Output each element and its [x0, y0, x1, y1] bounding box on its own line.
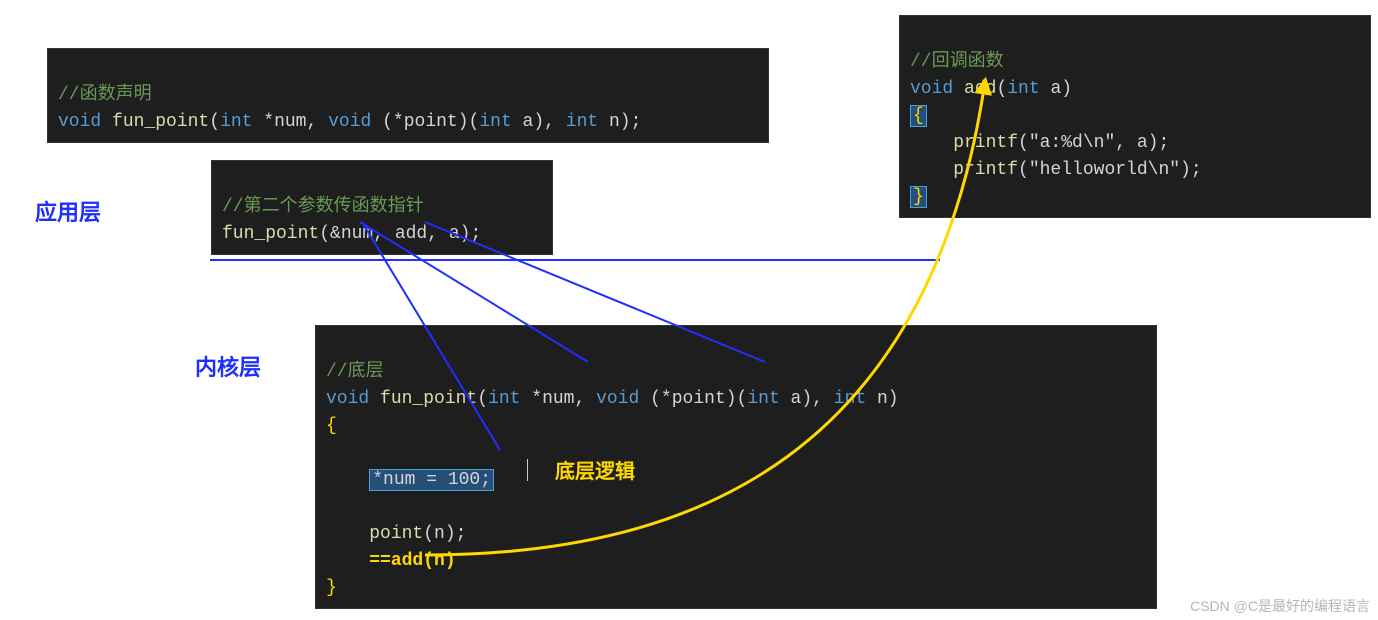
code-box-definition: //底层 void fun_point(int *num, void (*poi…	[315, 325, 1157, 609]
selected-brace: {	[910, 105, 927, 127]
label-kernel-layer: 内核层	[195, 350, 261, 382]
comment: //第二个参数传函数指针	[222, 197, 424, 217]
selected-text: *num = 100;	[369, 469, 494, 491]
comment: //底层	[326, 362, 384, 382]
label-app-layer: 应用层	[35, 195, 101, 227]
watermark: CSDN @C是最好的编程语言	[1190, 596, 1370, 616]
label-low-logic: 底层逻辑	[555, 455, 635, 484]
code-box-callback: //回调函数 void add(int a) { printf("a:%d\n"…	[899, 15, 1371, 218]
text-caret	[527, 459, 528, 481]
selected-brace: }	[910, 186, 927, 208]
equivalence-text: ==add(n)	[369, 551, 455, 571]
comment: //函数声明	[58, 85, 152, 105]
code-box-call: //第二个参数传函数指针 fun_point(&num, add, a);	[211, 160, 553, 255]
code-box-declaration: //函数声明 void fun_point(int *num, void (*p…	[47, 48, 769, 143]
comment: //回调函数	[910, 52, 1004, 72]
diagram-stage: //函数声明 void fun_point(int *num, void (*p…	[0, 0, 1378, 620]
